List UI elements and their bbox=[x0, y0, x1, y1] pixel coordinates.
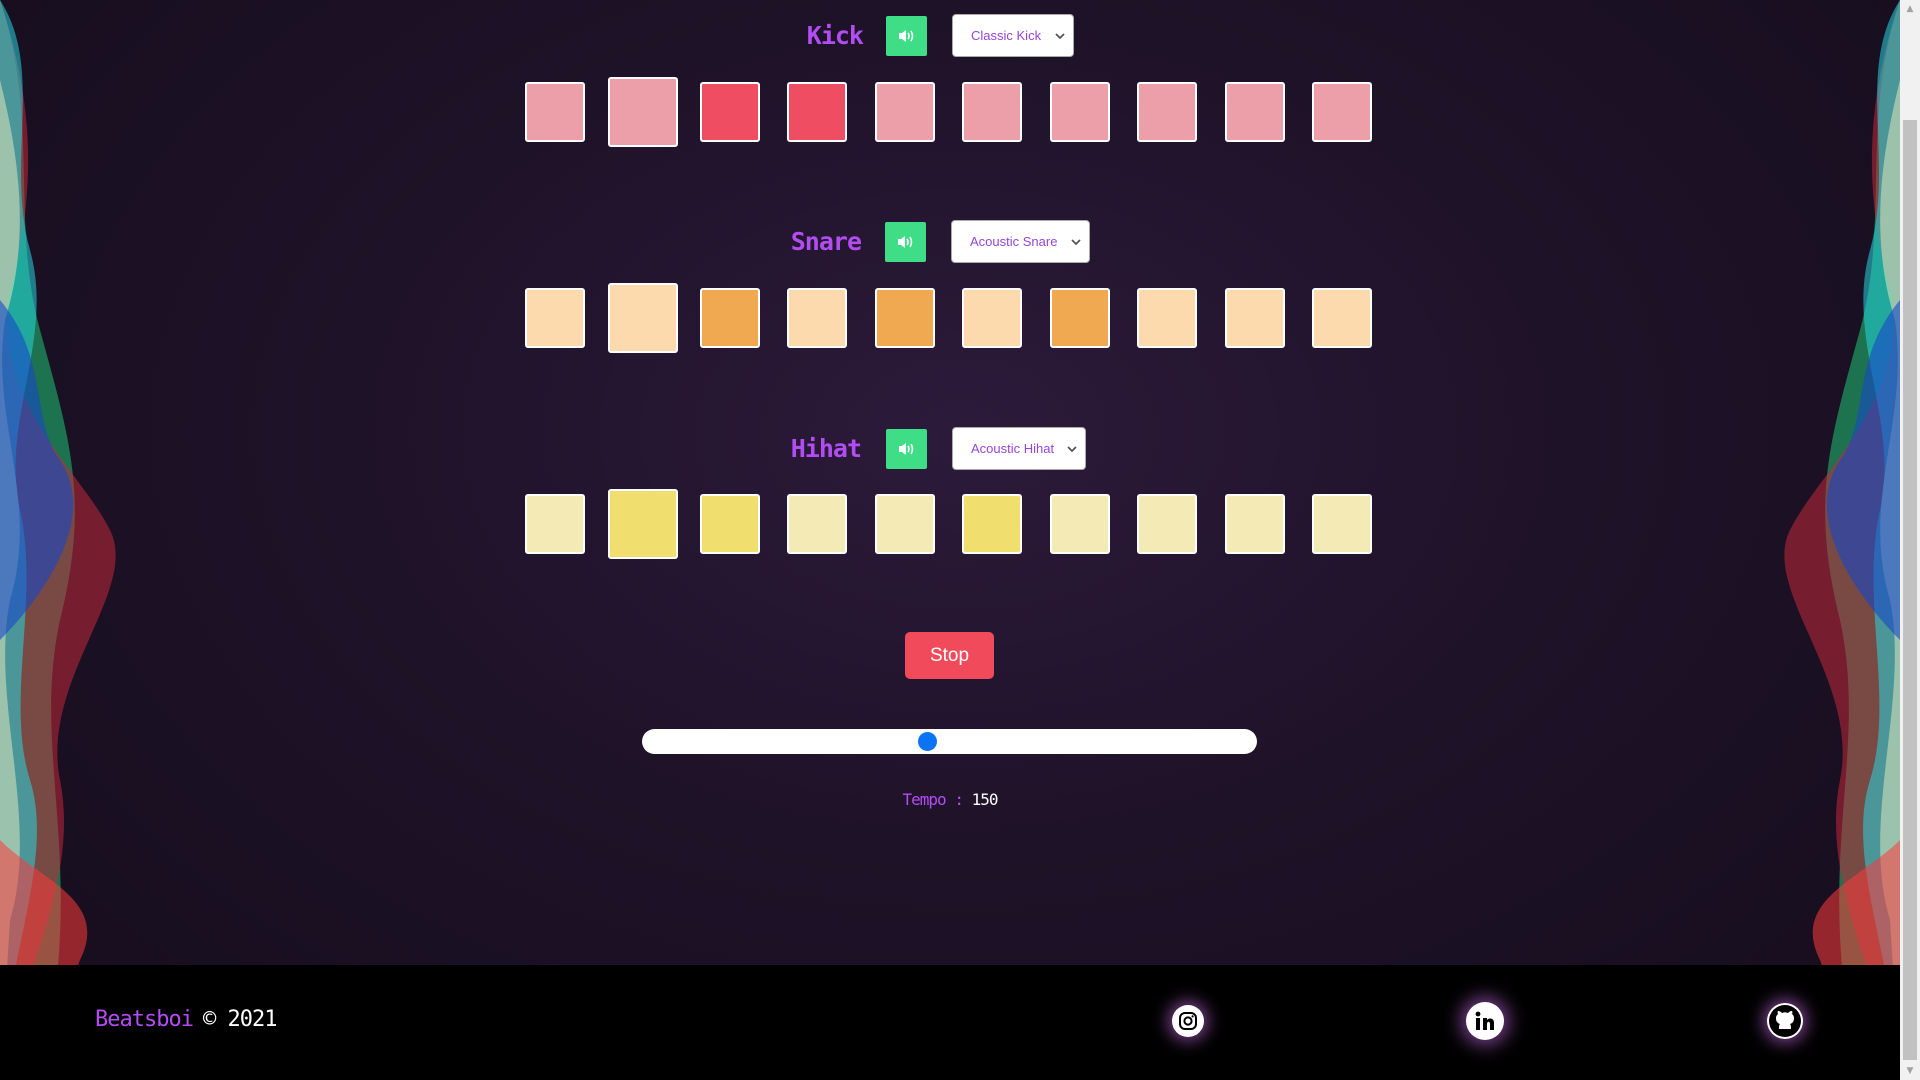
step-pad[interactable] bbox=[875, 288, 935, 348]
copyright-text: © 2021 bbox=[202, 1007, 277, 1032]
step-pad[interactable] bbox=[875, 494, 935, 554]
linkedin-link[interactable] bbox=[1466, 1002, 1504, 1040]
tempo-slider[interactable] bbox=[642, 729, 1257, 754]
step-pad[interactable] bbox=[787, 82, 847, 142]
volume-icon bbox=[898, 443, 913, 455]
linkedin-icon bbox=[1475, 1011, 1494, 1030]
tempo-slider-thumb[interactable] bbox=[918, 732, 937, 751]
step-pad[interactable] bbox=[1312, 82, 1372, 142]
chevron-down-icon bbox=[1055, 33, 1065, 40]
step-pad[interactable] bbox=[1050, 494, 1110, 554]
step-pad[interactable] bbox=[1137, 494, 1197, 554]
sound-select-value: Acoustic Snare bbox=[970, 234, 1058, 249]
volume-icon bbox=[898, 30, 913, 42]
scroll-up-arrow-icon[interactable]: ▲ bbox=[1900, 0, 1920, 18]
sound-select[interactable]: Acoustic Snare bbox=[951, 220, 1090, 263]
step-pad[interactable] bbox=[1225, 82, 1285, 142]
mute-button[interactable] bbox=[886, 16, 927, 56]
step-pad[interactable] bbox=[1225, 288, 1285, 348]
chevron-down-icon bbox=[1067, 446, 1077, 453]
track-name: Hihat bbox=[790, 434, 862, 463]
tempo-value: 150 bbox=[971, 790, 999, 809]
page-scrollbar[interactable]: ▲ ▼ bbox=[1900, 0, 1920, 1080]
scroll-down-arrow-icon[interactable]: ▼ bbox=[1900, 1062, 1920, 1080]
step-pad[interactable] bbox=[700, 494, 760, 554]
step-pad[interactable] bbox=[525, 288, 585, 348]
step-row-hihat bbox=[0, 489, 1900, 566]
track-header-hihat: Hihat Acoustic Hihat bbox=[0, 427, 1900, 471]
step-pad[interactable] bbox=[525, 494, 585, 554]
scrollbar-thumb[interactable] bbox=[1903, 120, 1917, 1060]
step-pad[interactable] bbox=[962, 288, 1022, 348]
sound-select[interactable]: Acoustic Hihat bbox=[952, 427, 1086, 470]
step-pad[interactable] bbox=[1137, 82, 1197, 142]
instagram-icon bbox=[1179, 1012, 1197, 1030]
step-pad[interactable] bbox=[700, 288, 760, 348]
step-row-snare bbox=[0, 283, 1900, 360]
step-pad[interactable] bbox=[1312, 494, 1372, 554]
tempo-label: Tempo : bbox=[902, 790, 972, 809]
step-pad[interactable] bbox=[875, 82, 935, 142]
github-icon bbox=[1769, 1005, 1801, 1037]
step-pad[interactable] bbox=[700, 82, 760, 142]
step-pad[interactable] bbox=[1312, 288, 1372, 348]
sound-select[interactable]: Classic Kick bbox=[952, 14, 1074, 57]
sound-select-value: Acoustic Hihat bbox=[971, 441, 1055, 456]
track-name: Kick bbox=[806, 21, 864, 50]
mute-button[interactable] bbox=[886, 429, 927, 469]
step-pad[interactable] bbox=[525, 82, 585, 142]
brand-name: Beatsboi bbox=[95, 1007, 194, 1032]
footer: Beatsboi © 2021 bbox=[0, 965, 1900, 1080]
step-pad[interactable] bbox=[1050, 288, 1110, 348]
step-pad[interactable] bbox=[962, 82, 1022, 142]
step-pad[interactable] bbox=[608, 489, 678, 559]
step-pad[interactable] bbox=[1225, 494, 1285, 554]
step-row-kick bbox=[0, 77, 1900, 154]
step-pad[interactable] bbox=[608, 77, 678, 147]
app-page: ▲ ▼ Kick Classic Kick Snare Acoustic Sna… bbox=[0, 0, 1920, 1080]
mute-button[interactable] bbox=[885, 222, 926, 262]
sound-select-value: Classic Kick bbox=[971, 28, 1042, 43]
step-pad[interactable] bbox=[608, 283, 678, 353]
track-header-kick: Kick Classic Kick bbox=[0, 14, 1900, 58]
track-header-snare: Snare Acoustic Snare bbox=[0, 220, 1900, 264]
github-link[interactable] bbox=[1767, 1003, 1803, 1039]
step-pad[interactable] bbox=[787, 288, 847, 348]
step-pad[interactable] bbox=[1137, 288, 1197, 348]
track-name: Snare bbox=[790, 227, 862, 256]
stop-button[interactable]: Stop bbox=[905, 632, 994, 679]
step-pad[interactable] bbox=[787, 494, 847, 554]
step-pad[interactable] bbox=[962, 494, 1022, 554]
footer-brand: Beatsboi © 2021 bbox=[95, 1003, 277, 1037]
instagram-link[interactable] bbox=[1172, 1005, 1204, 1037]
chevron-down-icon bbox=[1071, 239, 1081, 246]
volume-icon bbox=[897, 236, 912, 248]
step-pad[interactable] bbox=[1050, 82, 1110, 142]
tempo-readout: Tempo : 150 bbox=[900, 790, 1000, 816]
